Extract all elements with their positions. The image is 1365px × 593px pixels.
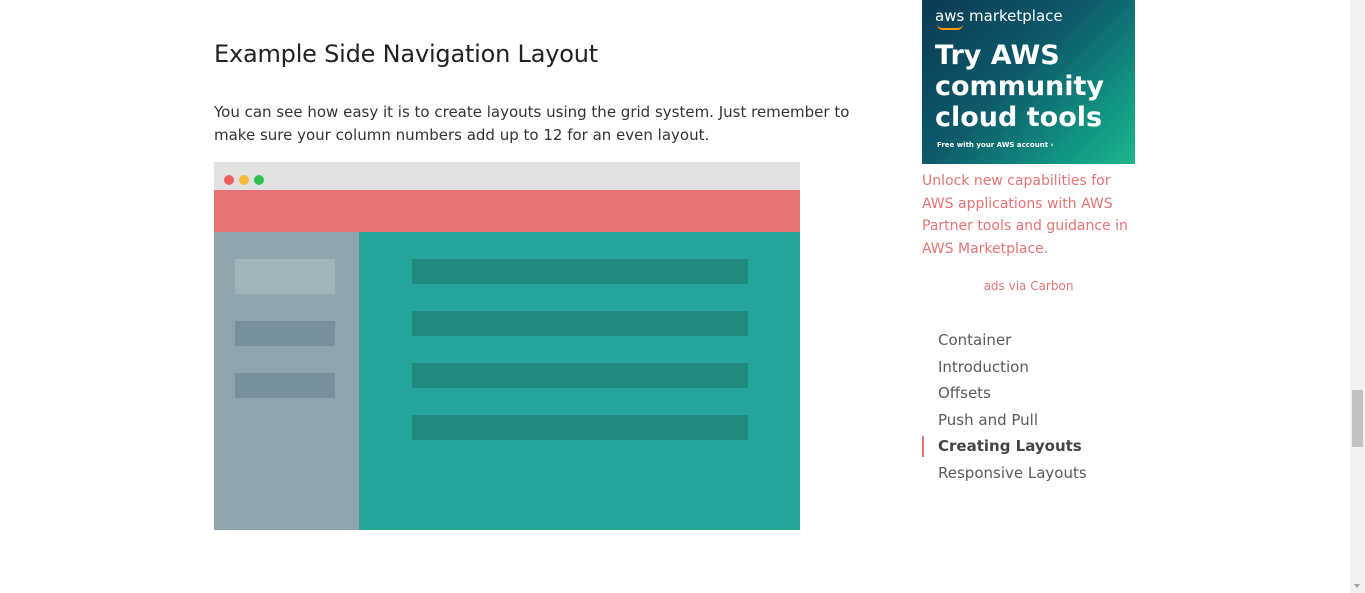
- window-minimize-dot-icon: [239, 175, 249, 185]
- page: Example Side Navigation Layout You can s…: [0, 0, 1365, 593]
- toc-item-responsive-layouts[interactable]: Responsive Layouts: [922, 460, 1087, 487]
- ad-subline: Free with your AWS account ›: [937, 141, 1054, 149]
- page-scrollbar[interactable]: [1350, 0, 1365, 593]
- section-description: You can see how easy it is to create lay…: [214, 103, 850, 144]
- table-of-contents: Container Introduction Offsets Push and …: [922, 327, 1087, 486]
- scrollbar-thumb[interactable]: [1352, 390, 1363, 447]
- section-title: Example Side Navigation Layout: [214, 40, 598, 68]
- illustration-content-row: [412, 259, 748, 284]
- scroll-down-arrow-icon[interactable]: [1354, 584, 1360, 588]
- illustration-nav-item: [235, 259, 335, 294]
- toc-item-offsets[interactable]: Offsets: [922, 380, 1087, 407]
- toc-item-container[interactable]: Container: [922, 327, 1087, 354]
- window-maximize-dot-icon: [254, 175, 264, 185]
- ad-text-link[interactable]: Unlock new capabilities for AWS applicat…: [922, 170, 1135, 260]
- ad-banner[interactable]: aws marketplace Try AWS community cloud …: [922, 0, 1135, 164]
- illustration-header: [214, 190, 800, 232]
- ad-headline: Try AWS community cloud tools: [935, 40, 1105, 133]
- layout-illustration: [214, 162, 800, 530]
- illustration-content-row: [412, 363, 748, 388]
- toc-item-introduction[interactable]: Introduction: [922, 354, 1087, 381]
- illustration-nav-item: [235, 373, 335, 398]
- aws-smile-icon: [937, 24, 963, 30]
- ads-via-carbon-link[interactable]: ads via Carbon: [922, 279, 1135, 293]
- window-titlebar: [214, 162, 800, 190]
- illustration-content-row: [412, 311, 748, 336]
- ad-brand-logo: aws marketplace: [935, 7, 1063, 25]
- toc-item-push-and-pull[interactable]: Push and Pull: [922, 407, 1087, 434]
- illustration-side-nav: [214, 232, 359, 530]
- illustration-nav-item: [235, 321, 335, 346]
- illustration-content-row: [412, 415, 748, 440]
- window-close-dot-icon: [224, 175, 234, 185]
- toc-item-creating-layouts[interactable]: Creating Layouts: [922, 433, 1087, 460]
